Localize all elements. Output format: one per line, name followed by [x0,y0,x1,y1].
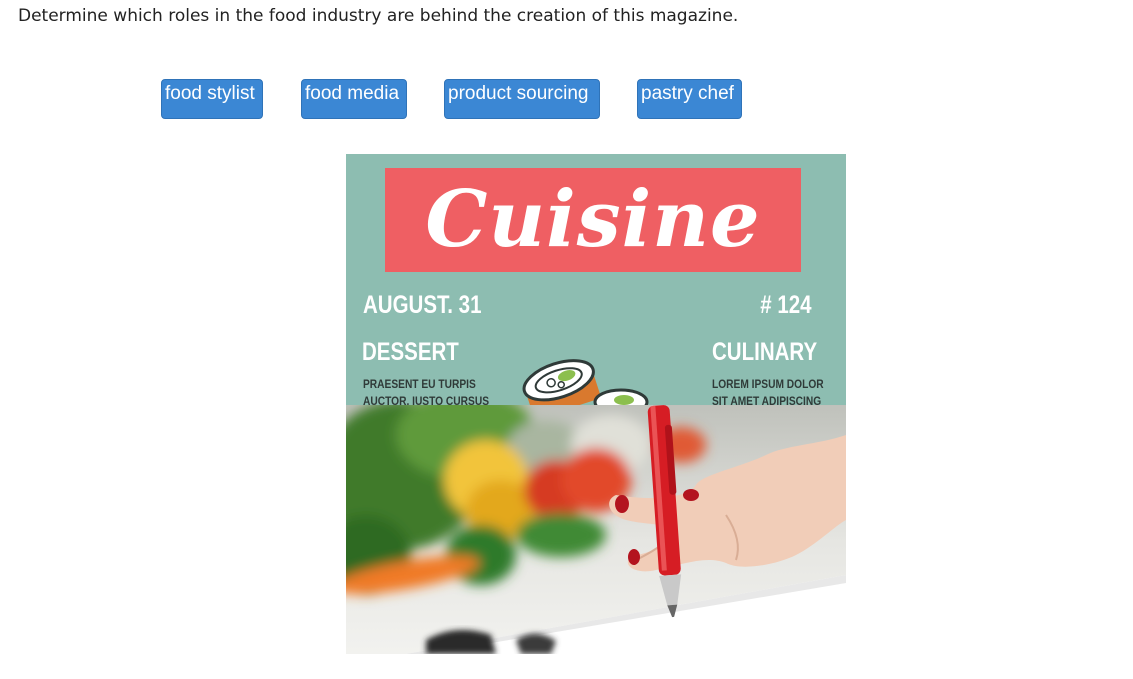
cover-date: AUGUST. 31 [363,291,482,319]
cover-right-subtext: LOREM IPSUM DOLOR [712,377,824,391]
cover-section-culinary: CULINARY [712,338,818,366]
cover-title: Cuisine [425,174,761,265]
choice-food-media[interactable]: food media [301,79,407,119]
cover-issue-number: # 124 [760,291,812,319]
choice-product-sourcing[interactable]: product sourcing [444,79,600,119]
magazine-image: Cuisine AUGUST. 31 # 124 DESSERT CULINAR… [346,154,846,654]
cover-section-dessert: DESSERT [362,338,459,366]
cover-left-subtext: PRAESENT EU TURPIS [363,377,476,391]
choice-food-stylist[interactable]: food stylist [161,79,263,119]
choice-pastry-chef[interactable]: pastry chef [637,79,742,119]
question-prompt: Determine which roles in the food indust… [18,6,739,26]
cover-right-subtext-2: SIT AMET ADIPISCING [712,394,822,405]
sushi-illustration [522,359,649,405]
vegetables-and-hand-illustration [346,405,846,654]
chef-writing-photo [346,405,846,654]
magazine-cover: Cuisine AUGUST. 31 # 124 DESSERT CULINAR… [346,154,846,405]
cover-left-subtext-2: AUCTOR, IUSTO CURSUS [363,394,490,405]
